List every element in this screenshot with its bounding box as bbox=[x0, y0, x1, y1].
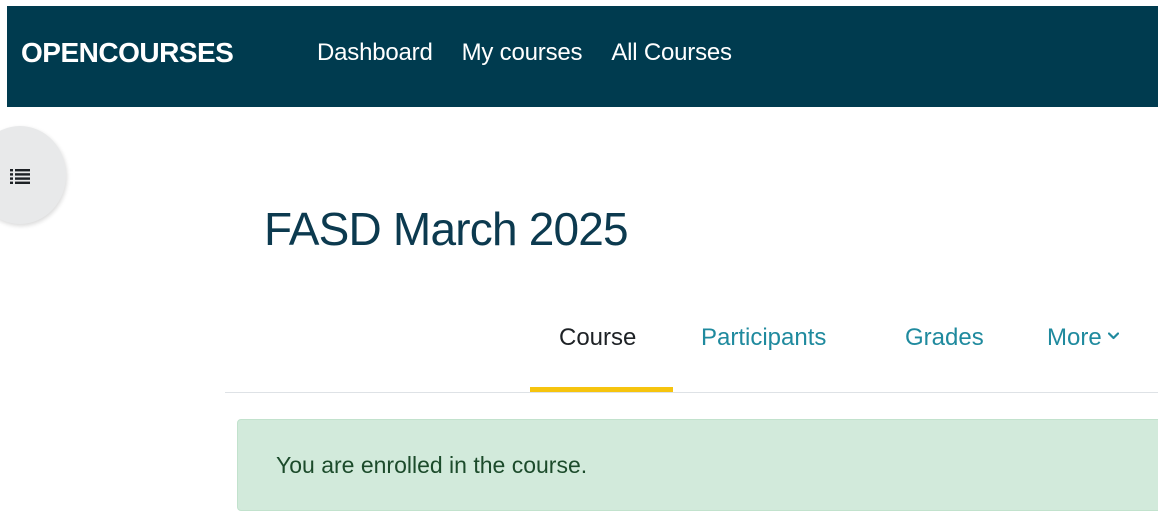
tab-participants[interactable]: Participants bbox=[701, 324, 826, 352]
nav-link-my-courses[interactable]: My courses bbox=[462, 39, 583, 67]
page-title: FASD March 2025 bbox=[264, 203, 629, 255]
course-secondary-navigation: Course Participants Grades More bbox=[225, 318, 1158, 393]
nav-link-dashboard[interactable]: Dashboard bbox=[317, 39, 433, 67]
tab-course[interactable]: Course bbox=[559, 324, 636, 352]
enrolment-success-alert: You are enrolled in the course. bbox=[237, 419, 1158, 511]
list-icon bbox=[10, 169, 30, 184]
course-index-drawer-toggle-button[interactable] bbox=[0, 126, 66, 224]
tab-more-label: More bbox=[1047, 324, 1102, 351]
alert-message: You are enrolled in the course. bbox=[276, 452, 588, 478]
site-brand-link[interactable]: OPENCOURSES bbox=[21, 37, 234, 69]
primary-navigation: Dashboard My courses All Courses bbox=[317, 39, 732, 67]
tab-grades[interactable]: Grades bbox=[905, 324, 984, 352]
nav-link-all-courses[interactable]: All Courses bbox=[611, 39, 732, 67]
tab-more[interactable]: More bbox=[1047, 324, 1119, 352]
chevron-down-icon bbox=[1107, 332, 1119, 339]
top-navbar: OPENCOURSES Dashboard My courses All Cou… bbox=[7, 6, 1158, 107]
active-tab-indicator bbox=[530, 387, 673, 392]
